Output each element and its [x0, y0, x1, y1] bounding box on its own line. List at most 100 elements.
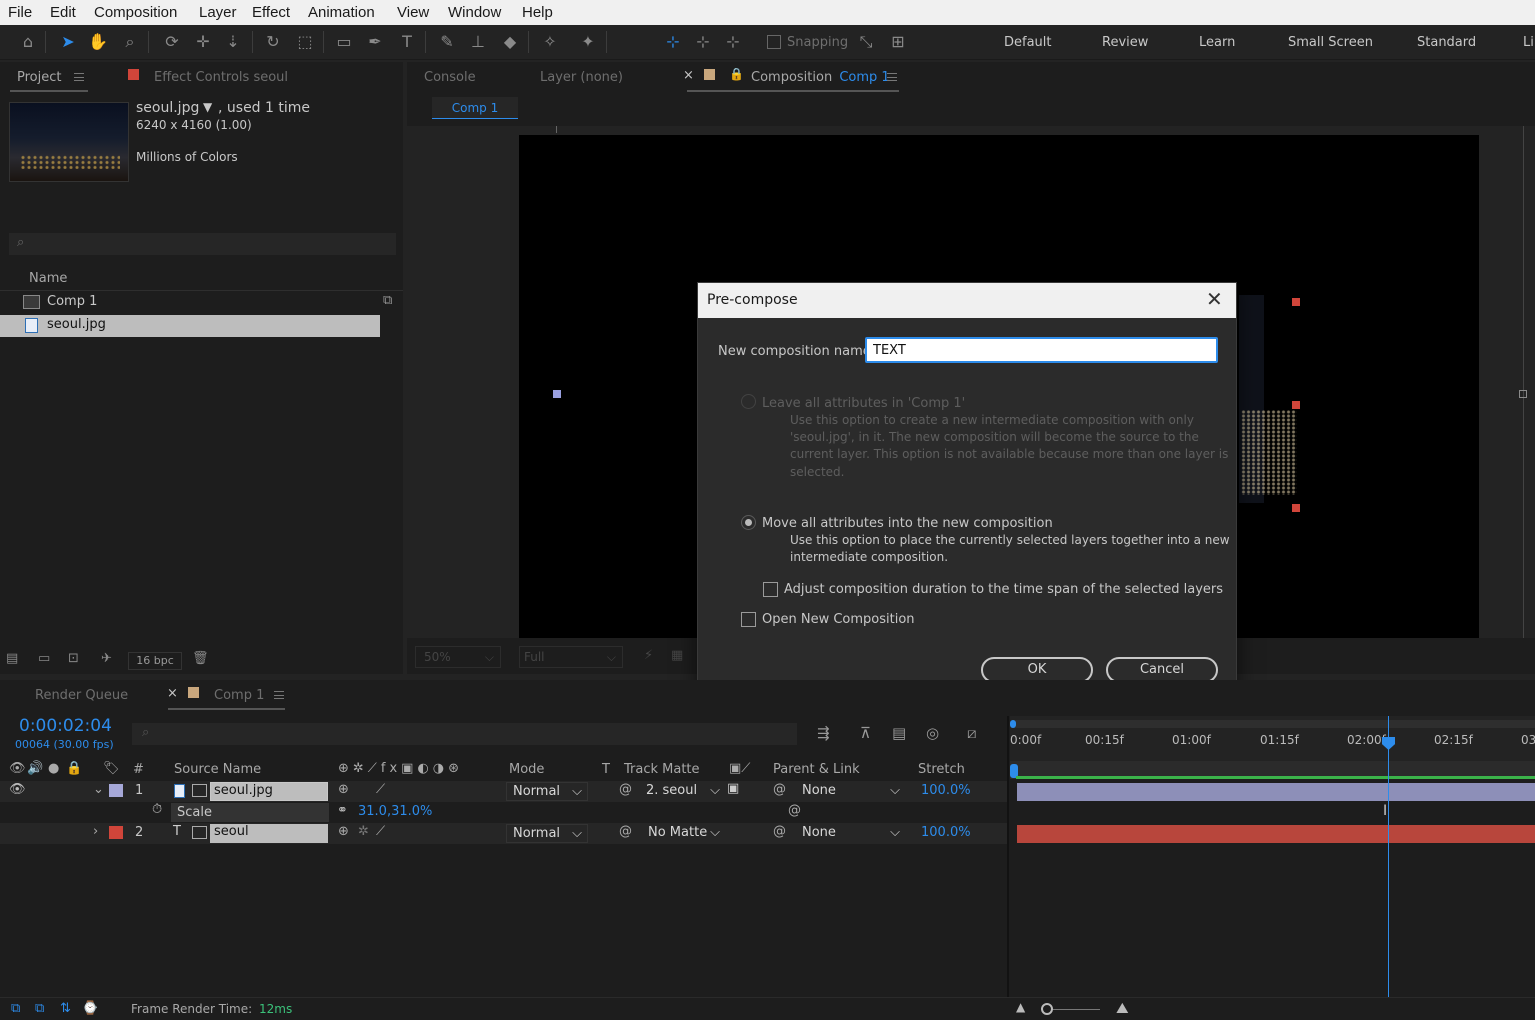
layer-handle[interactable] — [1292, 298, 1300, 306]
quality-switch-icon[interactable]: ⟋ — [376, 824, 385, 839]
work-area-bar[interactable] — [1012, 720, 1535, 728]
current-timecode[interactable]: 0:00:02:04 — [19, 716, 112, 736]
tab-effect-controls[interactable]: Effect Controls seoul — [154, 70, 288, 85]
type-tool-icon[interactable]: T — [397, 32, 417, 52]
home-icon[interactable]: ⌂ — [18, 32, 38, 52]
render-queue-icon[interactable]: ✈ — [101, 651, 112, 666]
workspace-review[interactable]: Review — [1102, 35, 1148, 50]
transfer-controls-icon[interactable]: ⧉ — [35, 1001, 44, 1016]
tab-comp1-timeline[interactable]: Comp 1 — [214, 688, 264, 703]
column-parent-link[interactable]: Parent & Link — [773, 762, 860, 777]
hand-tool-icon[interactable]: ✋ — [88, 32, 108, 52]
new-folder-icon[interactable]: ▭ — [38, 651, 50, 666]
list-item[interactable]: seoul.jpg — [0, 315, 380, 337]
menu-view[interactable]: View — [397, 4, 429, 21]
layer-bar-seoul[interactable] — [1017, 825, 1535, 843]
solo-toggle-icon[interactable]: ● — [48, 761, 59, 776]
close-icon[interactable]: × — [683, 68, 694, 83]
menu-file[interactable]: File — [8, 4, 32, 21]
menu-window[interactable]: Window — [448, 4, 501, 21]
layer-name-field[interactable]: seoul — [210, 824, 328, 843]
close-icon[interactable]: ✕ — [1206, 287, 1223, 311]
trash-icon[interactable]: 🗑 — [192, 651, 209, 666]
close-icon[interactable]: × — [167, 686, 178, 701]
frame-blending-icon[interactable]: ▤ — [892, 724, 906, 742]
zoom-in-icon[interactable]: ⛰ — [1116, 999, 1129, 1017]
viewer-scroll-handle[interactable] — [1519, 390, 1527, 398]
stopwatch-icon[interactable]: ⏱ — [152, 802, 162, 817]
in-out-panes-icon[interactable]: ⇅ — [60, 1001, 71, 1016]
column-number[interactable]: # — [133, 762, 144, 777]
view-axis-icon[interactable]: ⊹ — [723, 32, 743, 52]
track-matte-dropdown[interactable]: 2. seoul ⌵ — [640, 782, 722, 801]
adjust-duration-checkbox[interactable] — [763, 582, 778, 597]
column-track-matte[interactable]: Track Matte — [624, 762, 700, 777]
layer-handle[interactable] — [1292, 401, 1300, 409]
work-area-start-handle[interactable] — [1010, 720, 1016, 728]
pan-behind-tool-icon[interactable]: ⬚ — [295, 32, 315, 52]
roto-brush-icon[interactable]: ✧ — [540, 32, 560, 52]
chevron-down-icon[interactable]: ⌄ — [93, 782, 104, 797]
transparency-grid-icon[interactable]: ▦ — [671, 648, 683, 663]
comp-navigator-bar[interactable] — [1010, 761, 1535, 779]
column-t[interactable]: T — [602, 762, 610, 777]
expression-pick-whip-icon[interactable]: @ — [788, 803, 801, 818]
project-search-input[interactable]: ⌕ — [9, 233, 396, 255]
scale-value[interactable]: 31.0,31.0% — [358, 804, 432, 819]
shy-layers-icon[interactable]: ⊼ — [860, 724, 871, 742]
local-axis-icon[interactable]: ⊹ — [663, 32, 683, 52]
workspace-more[interactable]: Li — [1523, 35, 1534, 50]
parent-pick-whip-icon[interactable]: @ — [773, 782, 786, 797]
menu-help[interactable]: Help — [522, 4, 553, 21]
column-mode[interactable]: Mode — [509, 762, 544, 777]
quality-switch-icon[interactable]: ⟋ — [376, 782, 385, 797]
workspace-small-screen[interactable]: Small Screen — [1288, 35, 1373, 50]
parent-dropdown[interactable]: None ⌵ — [796, 824, 904, 843]
mode-dropdown[interactable]: Normal ⌵ — [506, 824, 588, 843]
table-row[interactable]: 👁 ⌄ 1 seoul.jpg ⊕ ⟋ Normal ⌵ @ 2. seoul ⌵ … — [0, 781, 1008, 802]
brush-tool-icon[interactable]: ✎ — [437, 32, 457, 52]
layer-label-color[interactable] — [109, 826, 123, 839]
table-row[interactable]: › 2 T seoul ⊕ ✲ ⟋ Normal ⌵ @ No Matte ⌵ @ … — [0, 823, 1008, 844]
motion-blur-icon[interactable]: ◎ — [926, 724, 939, 742]
render-time-icon[interactable]: ⌚ — [82, 1001, 98, 1016]
pen-tool-icon[interactable]: ✒ — [365, 32, 385, 52]
snap-features-icon[interactable]: ⊞ — [888, 32, 908, 52]
workspace-standard[interactable]: Standard — [1417, 35, 1476, 50]
tab-layer[interactable]: Layer (none) — [540, 70, 623, 85]
panel-menu-icon[interactable] — [274, 691, 284, 699]
zoom-out-icon[interactable]: ▲ — [1016, 1000, 1025, 1014]
tab-render-queue[interactable]: Render Queue — [35, 688, 128, 703]
pick-whip-icon[interactable]: @ — [619, 782, 632, 797]
world-axis-icon[interactable]: ⊹ — [693, 32, 713, 52]
comp-mini-flowchart-icon[interactable]: ⇶ — [817, 724, 830, 742]
snap-edges-icon[interactable]: ⤡ — [856, 32, 876, 52]
interpret-footage-icon[interactable]: ▤ — [6, 651, 18, 666]
parent-dropdown[interactable]: None ⌵ — [796, 782, 904, 801]
resolution-dropdown[interactable]: Full ⌵ — [519, 646, 623, 668]
layer-name-field[interactable]: seoul.jpg — [210, 782, 328, 801]
radio-leave-attributes[interactable] — [741, 394, 756, 409]
menu-animation[interactable]: Animation — [308, 4, 375, 21]
tab-composition[interactable]: Composition Comp 1 — [751, 70, 890, 85]
shy-switch-icon[interactable]: ⊕ — [338, 782, 349, 797]
graph-editor-icon[interactable]: ⧄ — [967, 724, 977, 742]
pan-camera-icon[interactable]: ✛ — [193, 32, 213, 52]
constrain-proportions-icon[interactable]: ⚭ — [337, 803, 348, 818]
eraser-tool-icon[interactable]: ◆ — [500, 32, 520, 52]
flowchart-icon[interactable]: ⧉ — [383, 293, 392, 308]
list-item[interactable]: Comp 1 ⧉ — [0, 292, 403, 314]
puppet-pin-icon[interactable]: ✦ — [578, 32, 598, 52]
dolly-camera-icon[interactable]: ⇣ — [223, 32, 243, 52]
layer-handle[interactable] — [553, 390, 561, 398]
panel-menu-icon[interactable] — [887, 73, 897, 81]
video-toggle-icon[interactable]: 👁 — [9, 761, 26, 776]
tab-console[interactable]: Console — [424, 70, 476, 85]
radio-move-attributes[interactable] — [741, 515, 756, 530]
new-composition-icon[interactable]: ⊡ — [68, 651, 79, 666]
menu-composition[interactable]: Composition — [94, 4, 177, 21]
layer-switches-icon[interactable]: ⧉ — [11, 1001, 20, 1016]
menu-effect[interactable]: Effect — [252, 4, 290, 21]
layer-bar-seoul-jpg[interactable] — [1017, 783, 1535, 801]
lock-icon[interactable]: 🔒 — [729, 67, 744, 81]
